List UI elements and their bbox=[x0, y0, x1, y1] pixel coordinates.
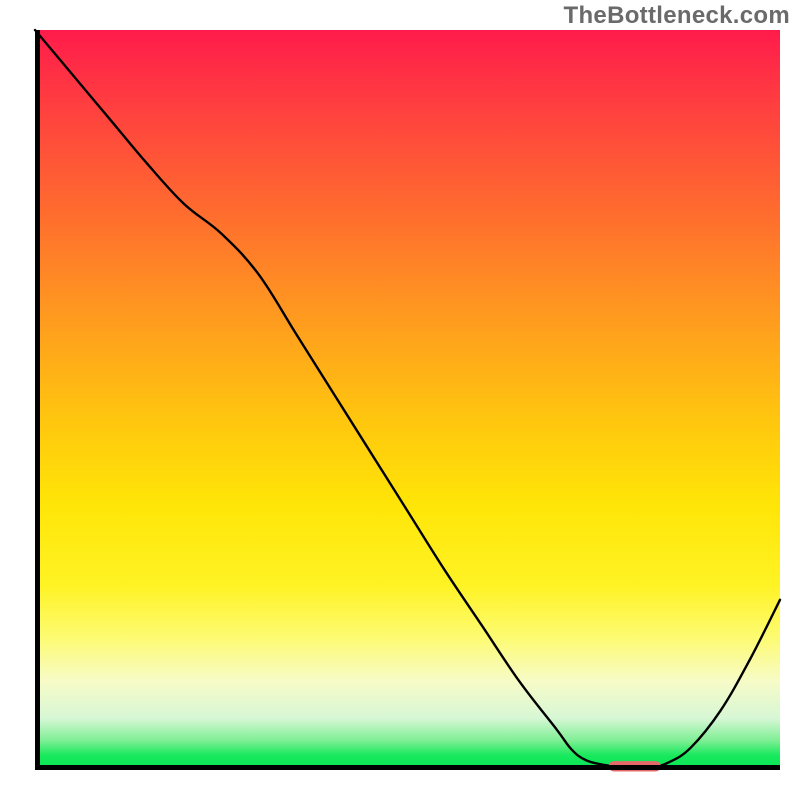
watermark-label: TheBottleneck.com bbox=[564, 2, 790, 30]
plot-gradient-area bbox=[35, 30, 780, 770]
